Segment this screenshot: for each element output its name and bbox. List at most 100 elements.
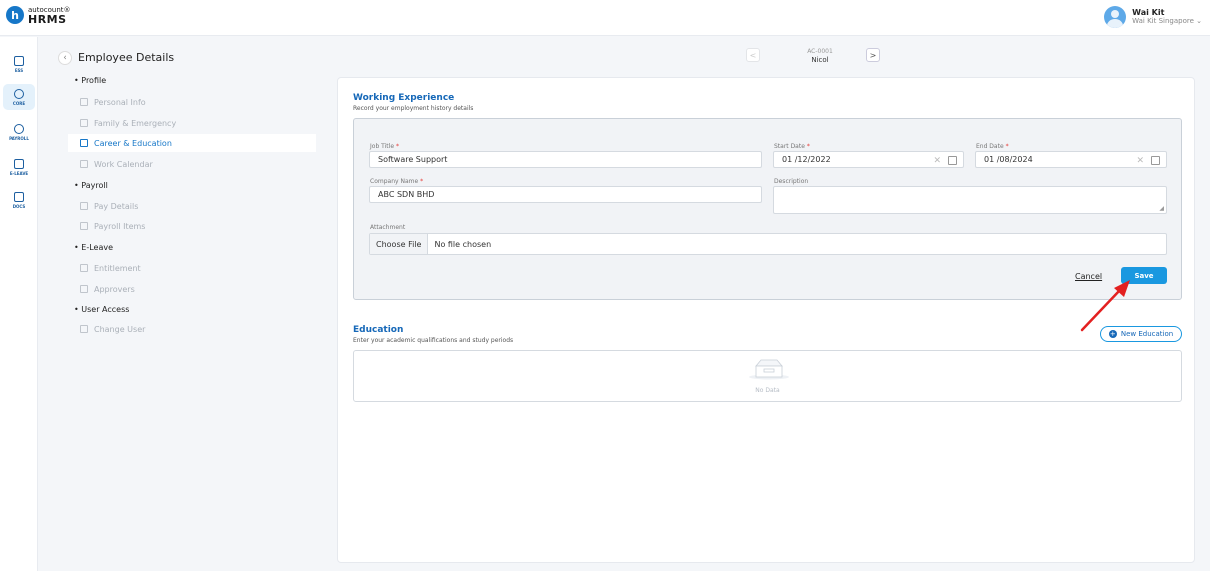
empty-box-icon: [749, 359, 789, 380]
required-mark: *: [806, 143, 810, 150]
rail-label: ESS: [14, 67, 24, 73]
required-mark: *: [420, 178, 424, 185]
id-card-icon: [80, 98, 88, 106]
nav-group-payroll: • Payroll: [74, 181, 108, 190]
education-subtitle: Enter your academic qualifications and s…: [353, 337, 514, 344]
input-value: ABC SDN BHD: [378, 190, 435, 199]
family-icon: [80, 119, 88, 127]
page-title: Employee Details: [78, 51, 175, 64]
logo-icon: h: [6, 6, 24, 24]
eleave-icon: [14, 158, 24, 169]
employee-subnav: ‹ Employee Details • Profile Personal In…: [38, 37, 328, 571]
calendar-icon: [80, 160, 88, 168]
job-title-input[interactable]: Software Support: [369, 151, 762, 168]
user-icon: [80, 285, 88, 293]
attachment-label: Attachment: [370, 224, 406, 231]
nav-group-user-access: • User Access: [74, 305, 130, 314]
rail-item-eleave[interactable]: E-LEAVE: [3, 154, 35, 180]
sidebar-item-personal-info[interactable]: Personal Info: [68, 93, 316, 111]
education-title: Education: [353, 325, 404, 335]
sidebar-item-label: Career & Education: [94, 138, 172, 148]
sidebar-item-label: Pay Details: [94, 201, 139, 211]
input-value: 01 /12/2022: [782, 155, 831, 164]
calendar-icon[interactable]: [1151, 156, 1160, 165]
education-list: No Data: [353, 350, 1182, 402]
briefcase-icon: [80, 139, 88, 147]
label-text: Job Title: [370, 143, 395, 150]
file-status: No file chosen: [434, 239, 492, 249]
rail-item-docs[interactable]: DOCS: [3, 187, 35, 213]
job-title-label: Job Title *: [370, 143, 399, 150]
sidebar-item-approvers[interactable]: Approvers: [68, 280, 316, 298]
payroll-icon: [14, 123, 24, 134]
previous-record-button[interactable]: <: [746, 48, 760, 62]
app-logo[interactable]: h autocount® HRMS: [6, 6, 71, 26]
company-name-input[interactable]: ABC SDN BHD: [369, 186, 762, 203]
main-card: Working Experience Record your employmen…: [337, 77, 1195, 563]
rail-label: CORE: [12, 100, 26, 106]
input-value: 01 /08/2024: [984, 155, 1033, 164]
user-name: Wai Kit: [1132, 8, 1165, 17]
logo-product: HRMS: [28, 13, 67, 26]
description-label: Description: [774, 178, 809, 185]
label-text: Start Date: [774, 143, 805, 150]
record-info: AC-0001 Nicol: [790, 47, 850, 65]
core-icon: [14, 88, 24, 99]
required-mark: *: [1005, 143, 1009, 150]
sidebar-item-pay-details[interactable]: Pay Details: [68, 197, 316, 215]
back-chevron-icon[interactable]: ‹: [58, 51, 72, 65]
bank-icon: [80, 202, 88, 210]
working-experience-title: Working Experience: [353, 93, 455, 103]
rail-item-payroll[interactable]: PAYROLL: [3, 119, 35, 145]
user-org-dropdown[interactable]: Wai Kit Singapore ⌄: [1132, 17, 1202, 26]
working-experience-subtitle: Record your employment history details: [353, 105, 474, 112]
docs-icon: [14, 191, 24, 202]
sidebar-item-entitlement[interactable]: Entitlement: [68, 259, 316, 277]
rail-item-core[interactable]: CORE: [3, 84, 35, 110]
record-name: Nicol: [811, 56, 829, 64]
nav-group-eleave: • E-Leave: [74, 243, 113, 252]
label-text: End Date: [976, 143, 1004, 150]
sidebar-item-label: Family & Emergency: [94, 118, 177, 128]
end-date-input[interactable]: 01 /08/2024 ✕: [975, 151, 1167, 168]
required-mark: *: [395, 143, 399, 150]
nav-group-profile: • Profile: [74, 76, 107, 85]
top-bar: h autocount® HRMS Wai Kit Wai Kit Singap…: [0, 0, 1210, 36]
working-experience-form: Job Title * Software Support Start Date …: [353, 118, 1182, 300]
clear-icon[interactable]: ✕: [1136, 156, 1144, 166]
resize-handle-icon[interactable]: ◢: [1159, 205, 1164, 212]
rail-item-ess[interactable]: ESS: [3, 51, 35, 77]
sidebar-item-label: Entitlement: [94, 263, 141, 273]
rail-label: E-LEAVE: [9, 170, 29, 176]
end-date-label: End Date *: [976, 143, 1009, 150]
list-icon: [80, 222, 88, 230]
sidebar-item-change-user[interactable]: Change User: [68, 320, 316, 338]
avatar[interactable]: [1104, 6, 1127, 28]
user-menu[interactable]: Wai Kit Wai Kit Singapore ⌄: [1104, 6, 1202, 28]
record-code: AC-0001: [807, 48, 833, 55]
choose-file-button[interactable]: Choose File: [370, 234, 429, 254]
calendar-icon[interactable]: [948, 156, 957, 165]
clear-icon[interactable]: ✕: [933, 156, 941, 166]
ess-icon: [14, 55, 24, 66]
sidebar-item-label: Change User: [94, 324, 146, 334]
sidebar-item-label: Work Calendar: [94, 159, 153, 169]
sidebar-item-label: Payroll Items: [94, 221, 146, 231]
next-record-button[interactable]: >: [866, 48, 880, 62]
start-date-label: Start Date *: [774, 143, 810, 150]
sidebar-item-label: Personal Info: [94, 97, 146, 107]
sidebar-item-payroll-items[interactable]: Payroll Items: [68, 217, 316, 235]
sidebar-item-family-emergency[interactable]: Family & Emergency: [68, 114, 316, 132]
sidebar-item-career-education[interactable]: Career & Education: [68, 134, 316, 152]
calendar-icon: [80, 264, 88, 272]
annotation-arrow-icon: [1080, 280, 1130, 332]
start-date-input[interactable]: 01 /12/2022 ✕: [773, 151, 964, 168]
attachment-file-input[interactable]: Choose File No file chosen: [369, 233, 1167, 255]
no-data-text: No Data: [755, 387, 780, 394]
rail-label: PAYROLL: [9, 135, 29, 141]
label-text: Company Name: [370, 178, 419, 185]
company-name-label: Company Name *: [370, 178, 423, 185]
input-value: Software Support: [378, 155, 448, 164]
sidebar-item-work-calendar[interactable]: Work Calendar: [68, 155, 316, 173]
description-textarea[interactable]: ◢: [773, 186, 1167, 214]
